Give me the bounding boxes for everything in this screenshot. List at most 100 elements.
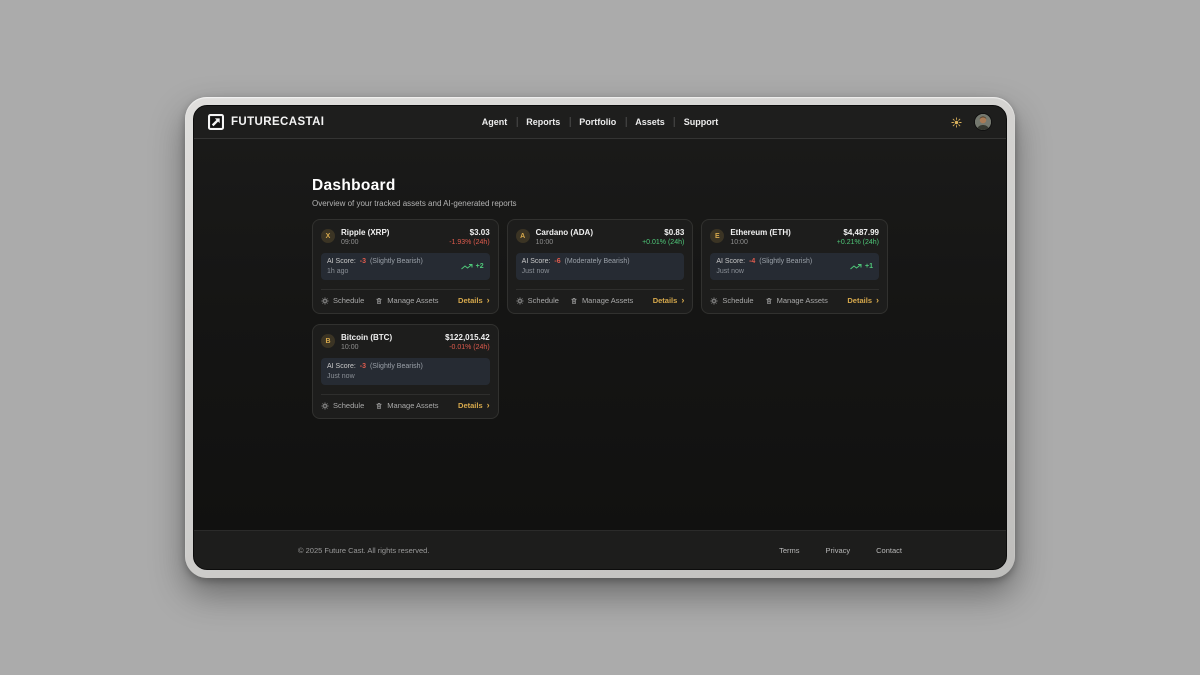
nav-item-assets[interactable]: Assets [626,117,674,127]
asset-avatar: B [321,334,335,348]
card-actions: Schedule Manage Assets [321,394,490,410]
chevron-right-icon: › [487,297,490,304]
ai-sentiment: (Slightly Bearish) [759,258,812,265]
brand-logo[interactable]: FUTURECASTAI [208,114,324,130]
score-delta-badge: +2 [461,263,484,270]
asset-card-cardano: A Cardano (ADA) 10:00 $0.83 +0.01% (24h) [507,219,694,314]
ai-sentiment: (Slightly Bearish) [370,363,423,370]
main-nav: Agent Reports Portfolio Assets Support [473,117,728,127]
card-actions: Schedule Manage Assets [321,289,490,305]
footer-link-terms[interactable]: Terms [779,546,799,555]
theme-toggle-sun-icon[interactable] [949,115,963,129]
footer-link-privacy[interactable]: Privacy [826,546,851,555]
manage-assets-button[interactable]: Manage Assets [375,401,438,410]
asset-price: $4,487.99 [837,228,879,237]
asset-name: Ripple (XRP) [341,228,389,237]
card-actions: Schedule Manage Assets [516,289,685,305]
asset-change: +0.01% (24h) [642,239,684,246]
chevron-right-icon: › [876,297,879,304]
ai-score-panel: AI Score: -3 (Slightly Bearish) 1h ago [321,253,490,280]
details-button[interactable]: Details › [458,296,490,305]
ai-sentiment: (Moderately Bearish) [565,258,630,265]
ai-score-panel: AI Score: -3 (Slightly Bearish) Just now [321,358,490,385]
trending-up-icon [461,264,473,270]
asset-card-ripple: X Ripple (XRP) 09:00 $3.03 -1.93% (24h) [312,219,499,314]
page-subtitle: Overview of your tracked assets and AI-g… [312,199,888,208]
chevron-right-icon: › [681,297,684,304]
asset-change: -0.01% (24h) [445,344,490,351]
score-delta-badge: +1 [850,263,873,270]
footer-link-contact[interactable]: Contact [876,546,902,555]
gear-icon [321,402,329,410]
asset-name: Ethereum (ETH) [730,228,790,237]
asset-time: 10:00 [730,239,790,246]
asset-time: 10:00 [536,239,593,246]
manage-assets-button[interactable]: Manage Assets [375,296,438,305]
gear-icon [516,297,524,305]
card-actions: Schedule Manage Assets [710,289,879,305]
schedule-button[interactable]: Schedule [321,401,364,410]
details-button[interactable]: Details › [458,401,490,410]
asset-avatar: X [321,229,335,243]
details-button[interactable]: Details › [847,296,879,305]
score-delta-value: +2 [476,263,484,270]
score-delta-value: +1 [865,263,873,270]
trash-icon [570,297,578,305]
nav-item-agent[interactable]: Agent [473,117,517,127]
asset-price: $122,015.42 [445,333,490,342]
copyright-text: © 2025 Future Cast. All rights reserved. [298,546,429,555]
asset-card-ethereum: E Ethereum (ETH) 10:00 $4,487.99 +0.21% … [701,219,888,314]
nav-item-portfolio[interactable]: Portfolio [570,117,625,127]
ai-score-label: AI Score: [327,363,356,370]
chevron-right-icon: › [487,402,490,409]
asset-card-grid: X Ripple (XRP) 09:00 $3.03 -1.93% (24h) [312,219,888,419]
schedule-button[interactable]: Schedule [321,296,364,305]
manage-assets-button[interactable]: Manage Assets [570,296,633,305]
footer-links: Terms Privacy Contact [779,546,902,555]
asset-price: $0.83 [642,228,684,237]
asset-avatar: A [516,229,530,243]
ai-sentiment: (Slightly Bearish) [370,258,423,265]
ai-score-label: AI Score: [716,258,745,265]
asset-avatar: E [710,229,724,243]
asset-time: 09:00 [341,239,389,246]
gear-icon [710,297,718,305]
ai-score-timestamp: Just now [327,373,423,380]
user-avatar[interactable] [974,113,992,131]
ai-score-timestamp: Just now [716,268,812,275]
footer: © 2025 Future Cast. All rights reserved.… [194,530,1006,569]
asset-name: Bitcoin (BTC) [341,333,392,342]
brand-name: FUTURECASTAI [231,116,324,128]
asset-change: -1.93% (24h) [449,239,489,246]
nav-item-reports[interactable]: Reports [517,117,569,127]
browser-window-frame: FUTURECASTAI Agent Reports Portfolio Ass… [185,97,1015,578]
asset-price: $3.03 [449,228,489,237]
schedule-button[interactable]: Schedule [710,296,753,305]
ai-score-label: AI Score: [522,258,551,265]
details-button[interactable]: Details › [653,296,685,305]
main-content: Dashboard Overview of your tracked asset… [194,139,1006,530]
ai-score-timestamp: 1h ago [327,268,423,275]
ai-score-value: -4 [749,258,755,265]
asset-name: Cardano (ADA) [536,228,593,237]
ai-score-value: -3 [360,258,366,265]
nav-item-support[interactable]: Support [675,117,728,127]
futurecast-logo-icon [208,114,224,130]
ai-score-panel: AI Score: -6 (Moderately Bearish) Just n… [516,253,685,280]
ai-score-panel: AI Score: -4 (Slightly Bearish) Just now [710,253,879,280]
app-window: FUTURECASTAI Agent Reports Portfolio Ass… [193,105,1007,570]
gear-icon [321,297,329,305]
top-navigation-bar: FUTURECASTAI Agent Reports Portfolio Ass… [194,106,1006,139]
ai-score-value: -3 [360,363,366,370]
manage-assets-button[interactable]: Manage Assets [765,296,828,305]
ai-score-label: AI Score: [327,258,356,265]
asset-time: 10:00 [341,344,392,351]
asset-change: +0.21% (24h) [837,239,879,246]
ai-score-timestamp: Just now [522,268,630,275]
schedule-button[interactable]: Schedule [516,296,559,305]
asset-card-bitcoin: B Bitcoin (BTC) 10:00 $122,015.42 -0.01%… [312,324,499,419]
page-title: Dashboard [312,177,888,195]
ai-score-value: -6 [554,258,560,265]
trending-up-icon [850,264,862,270]
trash-icon [375,297,383,305]
